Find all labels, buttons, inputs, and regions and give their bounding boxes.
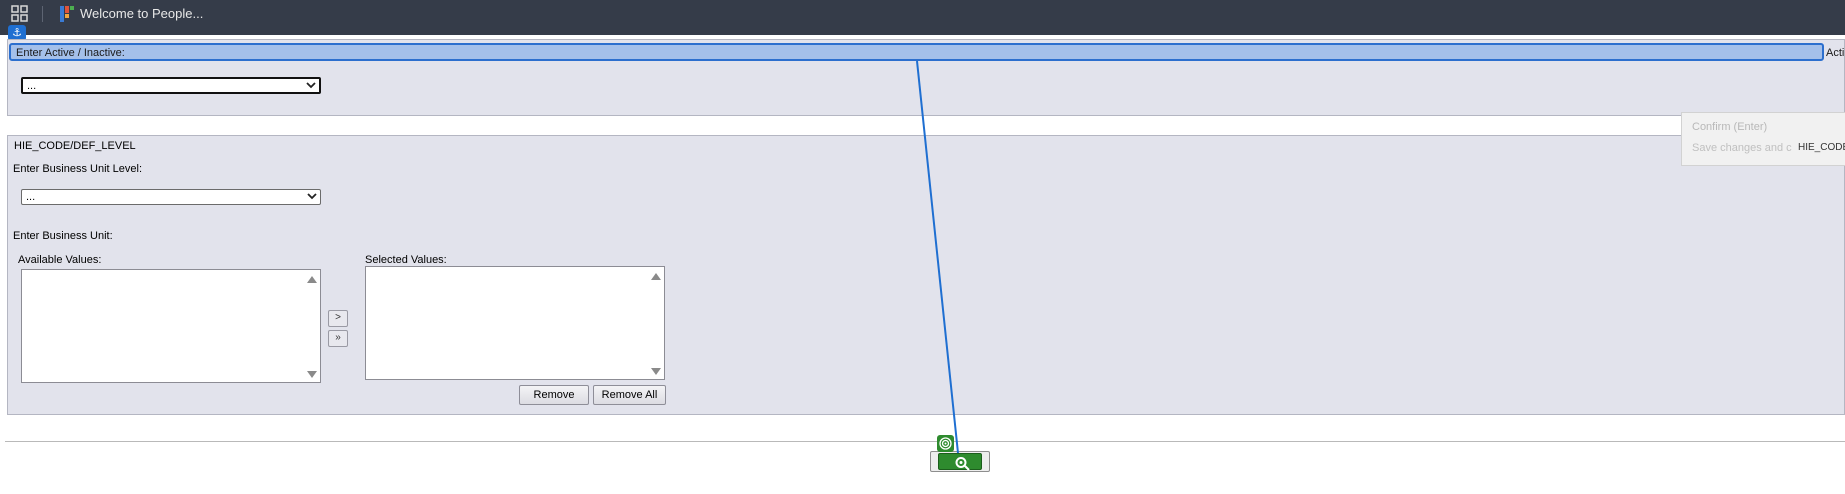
- top-bar: Welcome to People...: [0, 0, 1845, 35]
- app-logo-icon: [60, 5, 74, 23]
- selected-values-list[interactable]: [365, 266, 665, 380]
- topbar-divider: [42, 6, 43, 22]
- remove-button[interactable]: Remove: [519, 385, 589, 405]
- add-selected-button[interactable]: >: [328, 310, 348, 327]
- bottom-divider: [5, 441, 1845, 442]
- bu-level-select-value: ...: [26, 191, 36, 203]
- active-inactive-header[interactable]: Enter Active / Inactive:: [9, 43, 1824, 61]
- scroll-down-icon[interactable]: [651, 368, 661, 375]
- tooltip-description: Save changes and c: [1692, 142, 1792, 154]
- scroll-down-icon[interactable]: [307, 371, 317, 378]
- hie-code-title: HIE_CODE/DEF_LEVEL: [14, 140, 136, 152]
- apps-grid-icon[interactable]: [11, 5, 29, 23]
- chevron-down-icon: [306, 82, 316, 89]
- selected-values-label: Selected Values:: [365, 254, 447, 266]
- active-inactive-select[interactable]: ...: [21, 77, 321, 94]
- tooltip-title: Confirm (Enter): [1692, 121, 1768, 133]
- available-values-list[interactable]: [21, 269, 321, 383]
- remove-all-button[interactable]: Remove All: [593, 385, 666, 405]
- add-all-button[interactable]: »: [328, 330, 348, 347]
- scroll-up-icon[interactable]: [307, 276, 317, 283]
- bu-level-label: Enter Business Unit Level:: [13, 163, 143, 175]
- bu-level-select[interactable]: ...: [21, 189, 321, 205]
- active-inactive-label: Enter Active / Inactive:: [16, 47, 125, 59]
- bu-label: Enter Business Unit:: [13, 230, 113, 242]
- tooltip-overlap-text: HIE_CODE: [1798, 142, 1845, 153]
- active-inactive-select-value: ...: [27, 80, 37, 92]
- target-icon: [937, 435, 954, 452]
- chevron-down-icon: [307, 193, 317, 200]
- scroll-up-icon[interactable]: [651, 273, 661, 280]
- confirm-gear-icon[interactable]: [938, 453, 982, 471]
- available-values-label: Available Values:: [18, 254, 102, 266]
- confirm-tooltip: Confirm (Enter) Save changes and c HIE_C…: [1681, 112, 1845, 166]
- active-inactive-header-right: Acti: [1826, 47, 1845, 59]
- app-title[interactable]: Welcome to People...: [80, 6, 203, 21]
